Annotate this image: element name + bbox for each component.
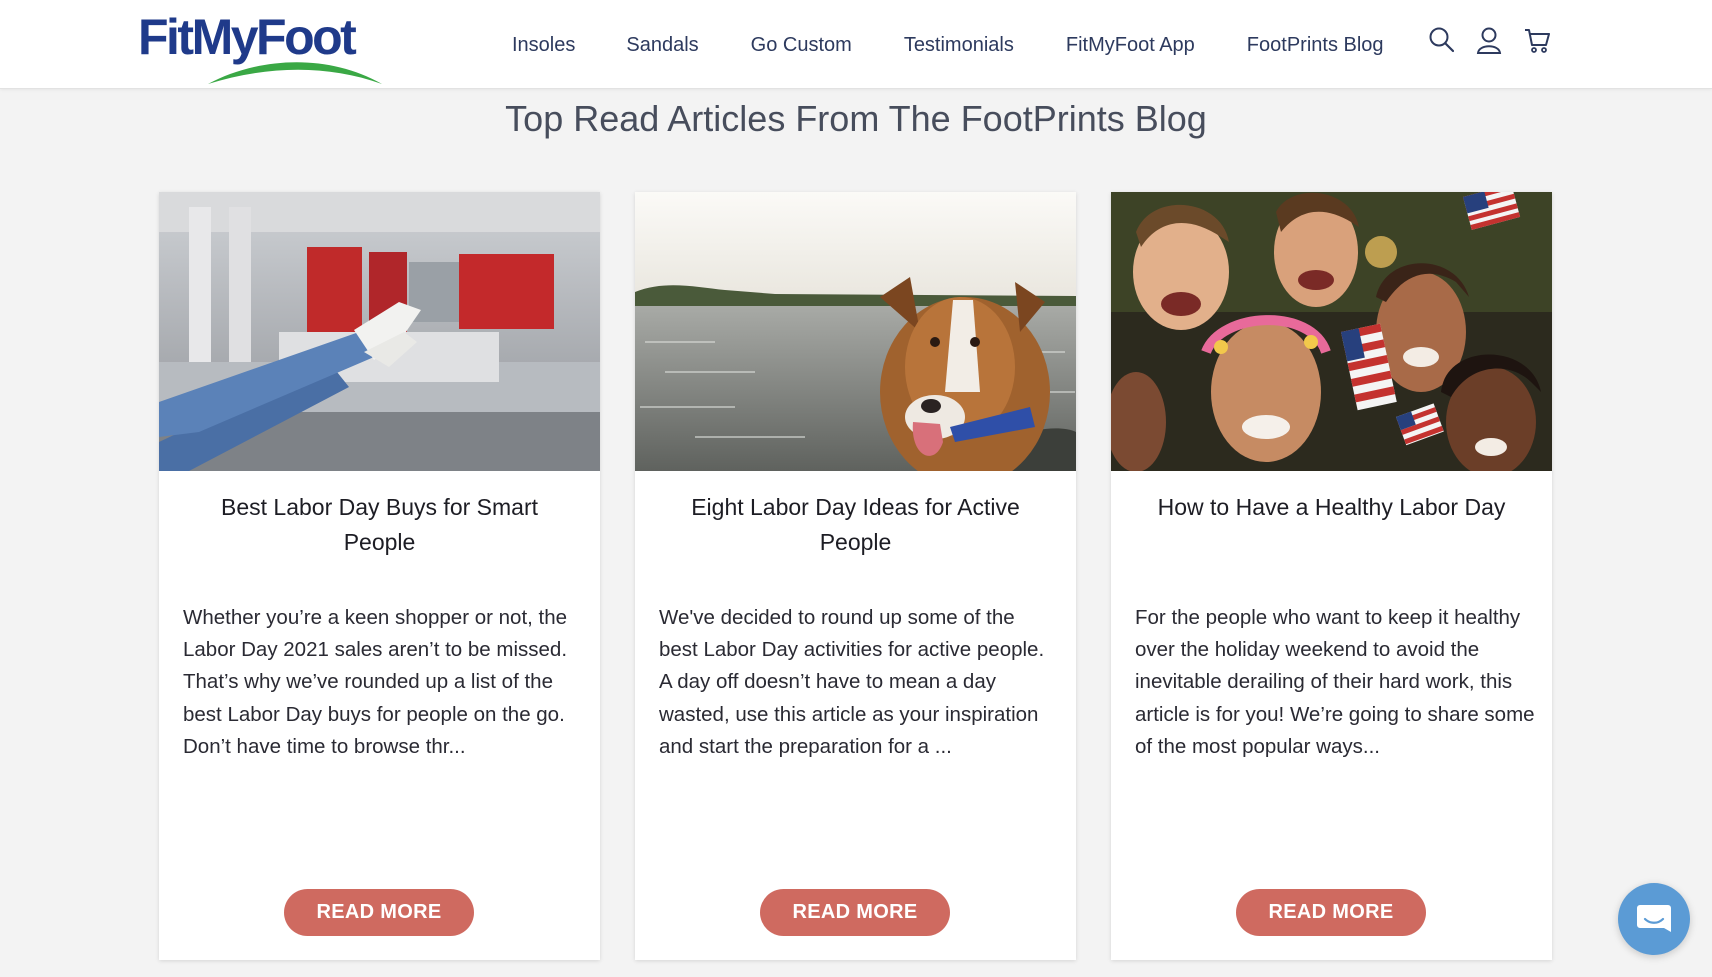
nav-go-custom[interactable]: Go Custom (751, 34, 852, 57)
read-more-button[interactable]: READ MORE (760, 889, 950, 936)
cart-icon[interactable] (1524, 26, 1550, 54)
nav-sandals[interactable]: Sandals (626, 34, 698, 57)
chat-icon (1637, 905, 1671, 932)
section-title: Top Read Articles From The FootPrints Bl… (505, 98, 1207, 139)
search-icon[interactable] (1428, 26, 1454, 54)
article-title[interactable]: Eight Labor Day Ideas for Active People (665, 490, 1046, 560)
main-nav: Insoles Sandals Go Custom Testimonials F… (512, 30, 1384, 60)
nav-footprints-blog[interactable]: FootPrints Blog (1247, 34, 1384, 57)
article-card: Eight Labor Day Ideas for Active People … (635, 192, 1076, 960)
article-image-friends-flags[interactable] (1111, 192, 1552, 471)
logo-swoosh-icon (208, 62, 382, 84)
nav-testimonials[interactable]: Testimonials (904, 34, 1014, 57)
article-card: Best Labor Day Buys for Smart People Whe… (159, 192, 600, 960)
fitmyfoot-logo[interactable]: FitMyFoot (138, 6, 383, 84)
article-card: How to Have a Healthy Labor Day For the … (1111, 192, 1552, 960)
article-excerpt: Whether you’re a keen shopper or not, th… (183, 606, 568, 758)
article-title[interactable]: Best Labor Day Buys for Smart People (189, 490, 570, 560)
article-image-dog-lake[interactable] (635, 192, 1076, 471)
header-icons (1428, 26, 1550, 54)
chat-launcher-button[interactable] (1618, 883, 1690, 955)
article-title[interactable]: How to Have a Healthy Labor Day (1141, 490, 1522, 525)
nav-insoles[interactable]: Insoles (512, 34, 575, 57)
nav-fitmyfoot-app[interactable]: FitMyFoot App (1066, 34, 1195, 57)
read-more-button[interactable]: READ MORE (1236, 889, 1426, 936)
account-icon[interactable] (1476, 26, 1502, 54)
article-excerpt: We've decided to round up some of the be… (659, 606, 1045, 758)
article-image-legs-jeans[interactable] (159, 192, 600, 471)
article-excerpt: For the people who want to keep it healt… (1135, 606, 1535, 758)
site-header: FitMyFoot Insoles Sandals Go Custom Test… (0, 0, 1712, 89)
read-more-button[interactable]: READ MORE (284, 889, 474, 936)
